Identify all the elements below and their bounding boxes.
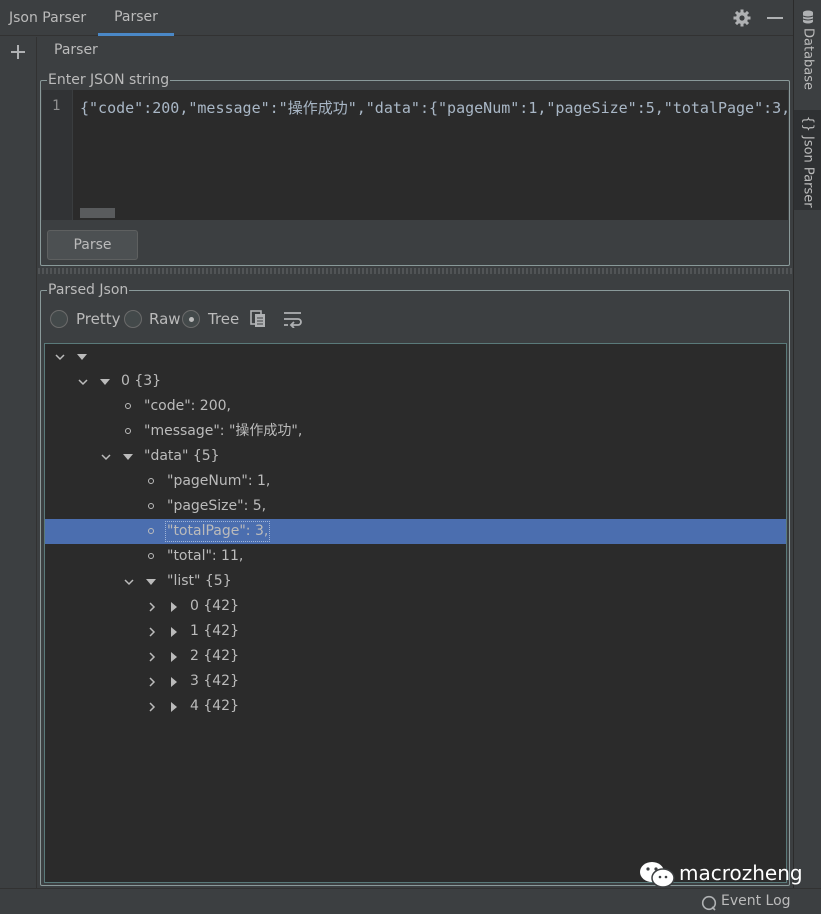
leaf-node-icon [125,403,131,409]
json-tree[interactable]: 0 {3} "code": 200, "message": "操作成功", "data… [44,343,787,883]
tree-row[interactable]: 3 {42} [45,669,786,694]
triangle-down-icon[interactable] [123,452,133,462]
chevron-down-icon[interactable] [78,377,88,387]
tree-row[interactable]: "pageNum": 1, [45,469,786,494]
tree-node-label: 0 {3} [121,373,162,389]
tree-node-label: "code": 200, [144,398,231,414]
tree-node-label: 3 {42} [190,673,239,689]
leaf-node-icon [125,428,131,434]
tree-row[interactable]: "message": "操作成功", [45,419,786,444]
leaf-node-icon [148,528,154,534]
chevron-right-icon[interactable] [147,652,157,662]
line-gutter: 1 [42,90,73,220]
parse-button[interactable]: Parse [47,230,138,260]
radio-pretty-label[interactable]: Pretty [76,310,121,328]
triangle-down-icon[interactable] [146,577,156,587]
chevron-down-icon[interactable] [124,577,134,587]
braces-icon: {} [800,116,816,132]
triangle-right-icon[interactable] [169,702,179,712]
sidebar-item-label: Json Parser [800,135,816,208]
tree-row[interactable]: 4 {42} [45,694,786,719]
triangle-down-icon[interactable] [100,377,110,387]
chevron-down-icon[interactable] [55,352,65,362]
status-bar [0,888,821,914]
tree-node-label: 4 {42} [190,698,239,714]
tree-node-label: "data" {5} [144,448,220,464]
horizontal-scrollbar[interactable] [80,208,115,218]
input-group-legend: Enter JSON string [48,72,170,88]
tree-node-label: 2 {42} [190,648,239,664]
tree-row[interactable]: "data" {5} [45,444,786,469]
wechat-logo-icon [640,862,675,888]
chevron-down-icon[interactable] [101,452,111,462]
triangle-right-icon[interactable] [169,652,179,662]
tree-row[interactable] [45,344,786,369]
tree-node-label: 0 {42} [190,598,239,614]
output-group-legend: Parsed Json [48,282,129,298]
gear-icon[interactable] [733,9,751,27]
tree-row[interactable]: "pageSize": 5, [45,494,786,519]
divider [36,37,37,888]
tab-content-parser[interactable]: Parser [54,42,98,58]
radio-tree-label[interactable]: Tree [208,310,239,328]
tree-row[interactable]: 1 {42} [45,619,786,644]
chevron-right-icon[interactable] [147,702,157,712]
minimize-icon[interactable] [767,17,783,19]
radio-tree[interactable] [182,310,200,328]
splitter-handle[interactable] [38,268,793,274]
event-log-link[interactable]: Event Log [721,893,791,909]
event-log-icon[interactable] [701,895,717,911]
radio-pretty[interactable] [50,310,68,328]
right-tool-strip: Database {} Json Parser [793,0,821,888]
sidebar-item-json-parser[interactable]: {} Json Parser [794,110,821,210]
radio-raw[interactable] [124,310,142,328]
tool-window-header: Json Parser Parser [0,0,793,36]
tree-row[interactable]: 0 {3} [45,369,786,394]
tree-node-label: "message": "操作成功", [144,423,303,439]
add-icon[interactable] [10,44,26,60]
tree-node-label: "totalPage": 3, [167,523,269,539]
tree-node-label: 1 {42} [190,623,239,639]
chevron-right-icon[interactable] [147,602,157,612]
sidebar-item-database[interactable]: Database [794,6,821,96]
tree-row[interactable]: "total": 11, [45,544,786,569]
sidebar-item-label: Database [800,28,816,91]
tree-node-label: "pageNum": 1, [167,473,271,489]
tree-row[interactable]: 2 {42} [45,644,786,669]
leaf-node-icon [148,553,154,559]
copy-icon[interactable] [250,310,266,328]
tab-parser[interactable]: Parser [98,0,174,36]
triangle-right-icon[interactable] [169,602,179,612]
chevron-right-icon[interactable] [147,627,157,637]
tree-row[interactable]: 0 {42} [45,594,786,619]
chevron-right-icon[interactable] [147,677,157,687]
tree-row[interactable]: "list" {5} [45,569,786,594]
watermark-text: macrozheng [679,861,803,885]
leaf-node-icon [148,503,154,509]
soft-wrap-icon[interactable] [283,311,302,328]
tree-node-label: "total": 11, [167,548,244,564]
tree-row[interactable]: "code": 200, [45,394,786,419]
tree-node-label: "list" {5} [167,573,232,589]
tree-row[interactable]: "totalPage": 3, [45,519,786,544]
radio-raw-label[interactable]: Raw [149,310,181,328]
line-number: 1 [52,98,61,114]
triangle-right-icon[interactable] [169,627,179,637]
tree-node-label: "pageSize": 5, [167,498,267,514]
database-icon [802,10,814,24]
triangle-right-icon[interactable] [169,677,179,687]
json-input-editor[interactable]: 1 {"code":200,"message":"操作成功","data":{"… [42,90,788,220]
leaf-node-icon [148,478,154,484]
triangle-down-icon[interactable] [77,352,87,362]
tool-window-title: Json Parser [9,10,87,26]
json-input-text[interactable]: {"code":200,"message":"操作成功","data":{"pa… [80,97,788,118]
